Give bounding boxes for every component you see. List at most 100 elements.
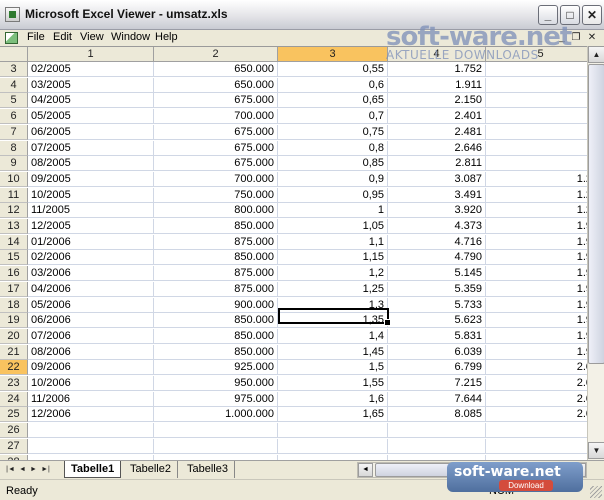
row-header-26[interactable]: 26 xyxy=(0,423,28,439)
spreadsheet-grid[interactable]: 1 2 3 4 5 3 02/2005 650.000 0,55 1.752 4 03/2005 650… xyxy=(0,46,604,460)
cell-r22-c1[interactable]: 09/2006 xyxy=(28,360,154,376)
cell-r7-c4[interactable]: 2.481 xyxy=(388,124,486,140)
excel-viewer-app-icon[interactable] xyxy=(5,7,20,22)
cell-r19-c3[interactable]: 1,35 xyxy=(278,313,388,329)
cell-r8-c5[interactable] xyxy=(486,140,596,156)
cell-r27-c2[interactable] xyxy=(154,438,278,454)
cell-r26-c1[interactable] xyxy=(28,423,154,439)
cell-r22-c5[interactable]: 2.0 xyxy=(486,360,596,376)
cell-r19-c1[interactable]: 06/2006 xyxy=(28,313,154,329)
cell-r25-c1[interactable]: 12/2006 xyxy=(28,407,154,423)
cell-r24-c2[interactable]: 975.000 xyxy=(154,391,278,407)
cell-r4-c4[interactable]: 1.911 xyxy=(388,77,486,93)
cell-r18-c1[interactable]: 05/2006 xyxy=(28,297,154,313)
cell-r4-c1[interactable]: 03/2005 xyxy=(28,77,154,93)
cell-r12-c4[interactable]: 3.920 xyxy=(388,203,486,219)
cell-r11-c5[interactable]: 1.2 xyxy=(486,187,596,203)
row-header-7[interactable]: 7 xyxy=(0,124,28,140)
cell-r7-c1[interactable]: 06/2005 xyxy=(28,124,154,140)
cell-r27-c1[interactable] xyxy=(28,438,154,454)
row-header-4[interactable]: 4 xyxy=(0,77,28,93)
cell-r16-c5[interactable]: 1.9 xyxy=(486,266,596,282)
cell-r7-c2[interactable]: 675.000 xyxy=(154,124,278,140)
row-header-16[interactable]: 16 xyxy=(0,266,28,282)
row-header-27[interactable]: 27 xyxy=(0,438,28,454)
cell-r23-c2[interactable]: 950.000 xyxy=(154,376,278,391)
cell-r21-c4[interactable]: 6.039 xyxy=(388,344,486,360)
cell-r13-c4[interactable]: 4.373 xyxy=(388,219,486,234)
cell-r24-c5[interactable]: 2.0 xyxy=(486,391,596,407)
cell-r15-c5[interactable]: 1.9 xyxy=(486,250,596,266)
cell-r3-c3[interactable]: 0,55 xyxy=(278,62,388,77)
document-restore-button[interactable]: ❐ xyxy=(570,32,582,44)
cell-r27-c5[interactable] xyxy=(486,438,596,454)
cell-r8-c2[interactable]: 675.000 xyxy=(154,140,278,156)
cell-r13-c3[interactable]: 1,05 xyxy=(278,219,388,234)
cell-r25-c4[interactable]: 8.085 xyxy=(388,407,486,423)
cell-r3-c4[interactable]: 1.752 xyxy=(388,62,486,77)
cell-r26-c5[interactable] xyxy=(486,423,596,439)
cell-r26-c3[interactable] xyxy=(278,423,388,439)
cell-r8-c3[interactable]: 0,8 xyxy=(278,140,388,156)
row-header-10[interactable]: 10 xyxy=(0,171,28,187)
cell-r11-c1[interactable]: 10/2005 xyxy=(28,187,154,203)
cell-r12-c5[interactable]: 1.2 xyxy=(486,203,596,219)
cell-r13-c2[interactable]: 850.000 xyxy=(154,219,278,234)
column-header-5[interactable]: 5 xyxy=(486,47,596,62)
tab-tabelle3[interactable]: Tabelle3 xyxy=(181,461,235,478)
cell-r20-c3[interactable]: 1,4 xyxy=(278,328,388,344)
cell-r16-c4[interactable]: 5.145 xyxy=(388,266,486,282)
row-header-6[interactable]: 6 xyxy=(0,109,28,125)
close-button[interactable]: ✕ xyxy=(582,5,602,25)
cell-r12-c3[interactable]: 1 xyxy=(278,203,388,219)
cell-r10-c1[interactable]: 09/2005 xyxy=(28,171,154,187)
last-sheet-button[interactable]: ►| xyxy=(40,463,51,476)
cell-r21-c2[interactable]: 850.000 xyxy=(154,344,278,360)
cell-r18-c3[interactable]: 1,3 xyxy=(278,297,388,313)
cell-r25-c3[interactable]: 1,65 xyxy=(278,407,388,423)
cell-r15-c3[interactable]: 1,15 xyxy=(278,250,388,266)
cell-r15-c2[interactable]: 850.000 xyxy=(154,250,278,266)
cell-r13-c5[interactable]: 1.9 xyxy=(486,219,596,234)
column-header-4[interactable]: 4 xyxy=(388,47,486,62)
tab-tabelle1[interactable]: Tabelle1 xyxy=(64,461,122,478)
cell-r24-c3[interactable]: 1,6 xyxy=(278,391,388,407)
cell-r14-c3[interactable]: 1,1 xyxy=(278,234,388,250)
cell-r12-c2[interactable]: 800.000 xyxy=(154,203,278,219)
cell-r16-c2[interactable]: 875.000 xyxy=(154,266,278,282)
cell-r24-c4[interactable]: 7.644 xyxy=(388,391,486,407)
cell-r14-c5[interactable]: 1.9 xyxy=(486,234,596,250)
maximize-button[interactable]: □ xyxy=(560,5,580,25)
row-header-14[interactable]: 14 xyxy=(0,234,28,250)
cell-r4-c2[interactable]: 650.000 xyxy=(154,77,278,93)
cell-r26-c2[interactable] xyxy=(154,423,278,439)
column-header-1[interactable]: 1 xyxy=(28,47,154,62)
cell-r21-c1[interactable]: 08/2006 xyxy=(28,344,154,360)
scroll-left-button[interactable]: ◄ xyxy=(358,463,373,477)
cell-r5-c1[interactable]: 04/2005 xyxy=(28,93,154,109)
cell-r9-c3[interactable]: 0,85 xyxy=(278,156,388,172)
row-header-5[interactable]: 5 xyxy=(0,93,28,109)
cell-r16-c1[interactable]: 03/2006 xyxy=(28,266,154,282)
cell-r18-c4[interactable]: 5.733 xyxy=(388,297,486,313)
cell-r17-c3[interactable]: 1,25 xyxy=(278,281,388,297)
cell-r21-c5[interactable]: 1.9 xyxy=(486,344,596,360)
cell-r10-c4[interactable]: 3.087 xyxy=(388,171,486,187)
cell-r11-c2[interactable]: 750.000 xyxy=(154,187,278,203)
row-header-8[interactable]: 8 xyxy=(0,140,28,156)
cell-r15-c4[interactable]: 4.790 xyxy=(388,250,486,266)
horizontal-scrollbar[interactable]: ◄ ► xyxy=(357,462,587,478)
cell-r19-c5[interactable]: 1.9 xyxy=(486,313,596,329)
cell-r23-c4[interactable]: 7.215 xyxy=(388,376,486,391)
cell-r16-c3[interactable]: 1,2 xyxy=(278,266,388,282)
cell-r27-c4[interactable] xyxy=(388,438,486,454)
tab-tabelle2[interactable]: Tabelle2 xyxy=(124,461,178,478)
row-header-21[interactable]: 21 xyxy=(0,344,28,360)
menu-edit[interactable]: Edit xyxy=(53,31,72,43)
cell-r20-c4[interactable]: 5.831 xyxy=(388,328,486,344)
row-header-13[interactable]: 13 xyxy=(0,219,28,234)
row-header-19[interactable]: 19 xyxy=(0,313,28,329)
menu-window[interactable]: Window xyxy=(111,31,150,43)
cell-r7-c3[interactable]: 0,75 xyxy=(278,124,388,140)
menu-view[interactable]: View xyxy=(80,31,104,43)
